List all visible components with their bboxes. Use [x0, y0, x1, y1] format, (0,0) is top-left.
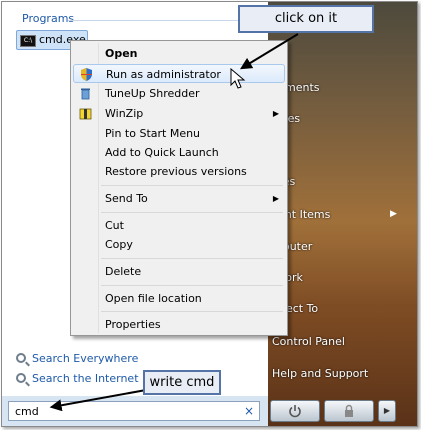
start-menu-window: Programs C:\ cmd.exe Search Everywhere S… — [1, 1, 418, 427]
callout-click-on-it: click on it — [238, 5, 374, 33]
callout-arrows — [49, 33, 299, 412]
callout-write-cmd: write cmd — [143, 370, 221, 395]
